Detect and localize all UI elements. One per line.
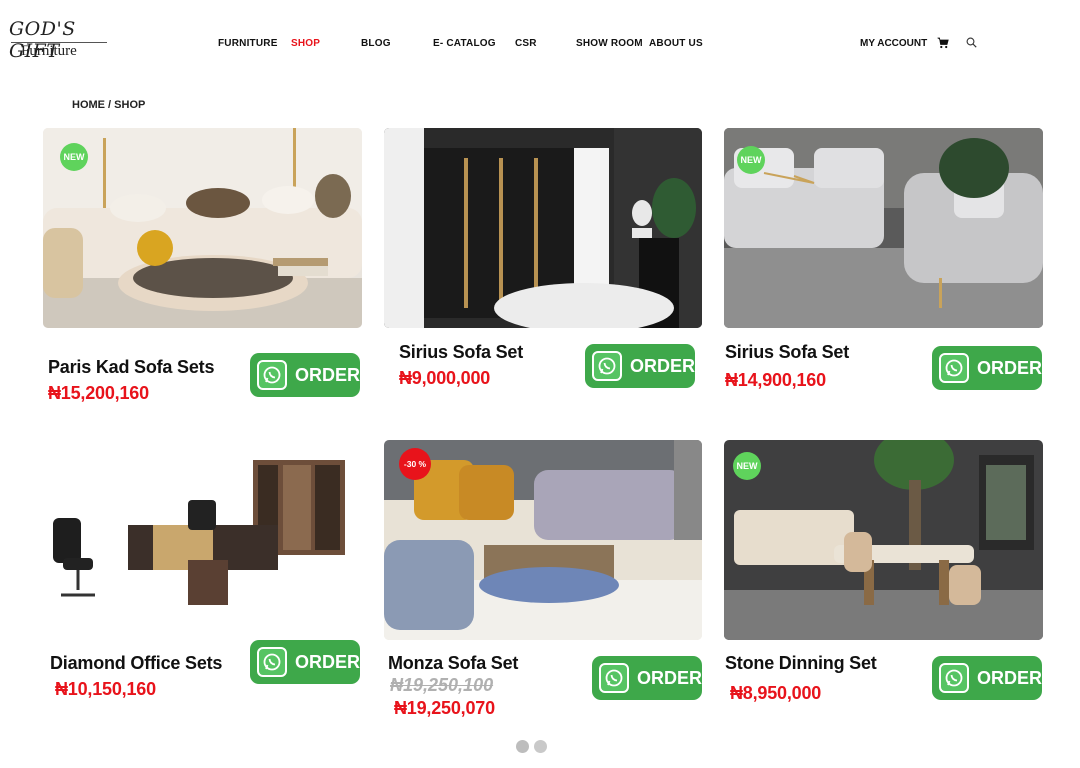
product-price: ₦15,200,160: [48, 383, 149, 403]
order-label: ORDER: [294, 364, 360, 385]
product-image[interactable]: [43, 440, 362, 640]
discount-badge: -30 %: [399, 448, 431, 480]
whatsapp-icon: [257, 647, 287, 677]
product-image[interactable]: [384, 440, 702, 640]
pagination-dots: [516, 740, 547, 753]
nav-item-furniture[interactable]: FURNITURE: [218, 38, 278, 49]
product-price: ₦19,250,070: [394, 698, 495, 718]
cart-icon[interactable]: [937, 37, 949, 49]
whatsapp-icon: [939, 663, 969, 693]
order-button[interactable]: ORDER: [592, 656, 702, 700]
new-badge: NEW: [737, 146, 765, 174]
product-name[interactable]: Sirius Sofa Set: [399, 342, 523, 363]
product-image[interactable]: [43, 128, 362, 328]
order-label: ORDER: [636, 667, 702, 688]
order-label: ORDER: [976, 667, 1042, 688]
new-badge: NEW: [60, 143, 88, 171]
product-old-price: ₦19,250,100: [390, 675, 494, 695]
nav-item-shop[interactable]: SHOP: [291, 38, 320, 49]
product-name[interactable]: Paris Kad Sofa Sets: [48, 357, 214, 378]
product-name[interactable]: Diamond Office Sets: [50, 653, 222, 674]
brand-name-bottom: Furniture: [21, 43, 77, 59]
new-badge: NEW: [733, 452, 761, 480]
order-button[interactable]: ORDER: [250, 640, 360, 684]
whatsapp-icon: [592, 351, 622, 381]
product-image[interactable]: [384, 128, 702, 328]
product-price: ₦10,150,160: [55, 679, 156, 699]
product-image[interactable]: [724, 128, 1043, 328]
nav-item-csr[interactable]: CSR: [515, 38, 537, 49]
page-dot[interactable]: [516, 740, 529, 753]
nav-item-about-us[interactable]: ABOUT US: [649, 38, 703, 49]
order-button[interactable]: ORDER: [932, 656, 1042, 700]
order-button[interactable]: ORDER: [250, 353, 360, 397]
brand-logo[interactable]: GOD'S GIFT Furniture: [9, 18, 113, 62]
my-account-link[interactable]: MY ACCOUNT: [860, 38, 927, 49]
product-name[interactable]: Monza Sofa Set: [388, 653, 518, 674]
order-label: ORDER: [976, 357, 1042, 378]
product-name[interactable]: Stone Dinning Set: [725, 653, 877, 674]
product-image[interactable]: [724, 440, 1043, 640]
nav-item-blog[interactable]: BLOG: [361, 38, 391, 49]
whatsapp-icon: [599, 663, 629, 693]
order-button[interactable]: ORDER: [585, 344, 695, 388]
whatsapp-icon: [257, 360, 287, 390]
breadcrumb: HOME / SHOP: [72, 99, 146, 111]
whatsapp-icon: [939, 353, 969, 383]
page-dot[interactable]: [534, 740, 547, 753]
product-price: ₦14,900,160: [725, 370, 826, 390]
nav-item-e-catalog[interactable]: E- CATALOG: [433, 38, 496, 49]
order-label: ORDER: [629, 355, 695, 376]
product-price: ₦8,950,000: [730, 683, 822, 703]
product-price: ₦9,000,000: [399, 368, 491, 388]
nav-item-show-room[interactable]: SHOW ROOM: [576, 38, 643, 49]
product-name[interactable]: Sirius Sofa Set: [725, 342, 849, 363]
search-icon[interactable]: [966, 37, 977, 48]
order-button[interactable]: ORDER: [932, 346, 1042, 390]
order-label: ORDER: [294, 651, 360, 672]
